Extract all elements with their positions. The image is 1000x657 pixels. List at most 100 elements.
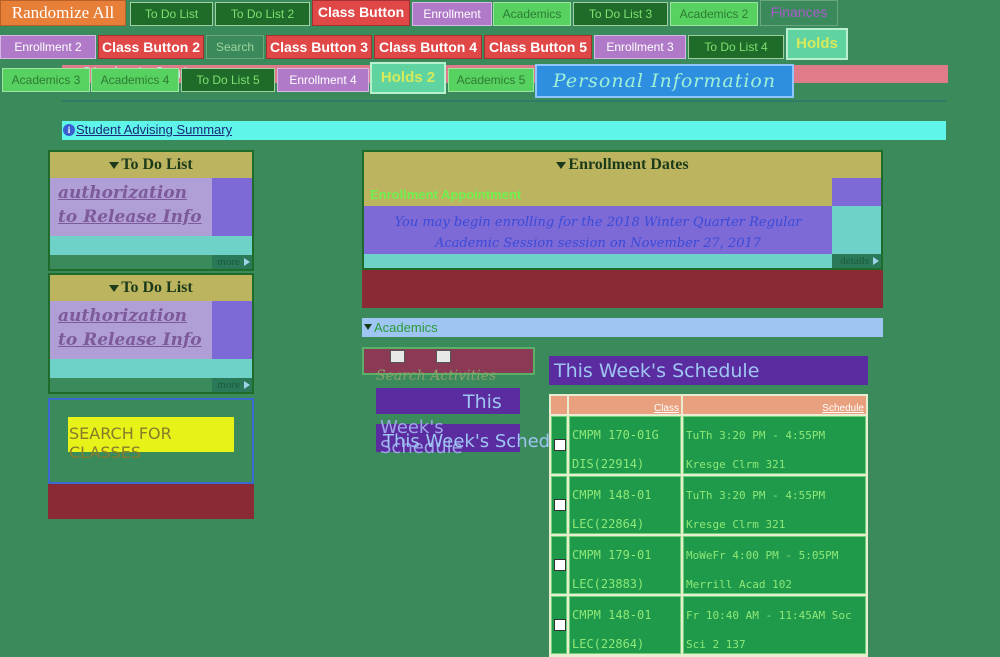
week-schedule-tab-3-label: This Week's Schedule bbox=[383, 431, 578, 452]
to-do-list-button[interactable]: To Do List bbox=[130, 2, 213, 26]
search-activities-label[interactable]: Search Activities bbox=[376, 368, 526, 384]
schedule-header-schedule[interactable]: Schedule bbox=[683, 396, 866, 414]
schedule-row: CMPM 148-01 LEC(22864) TuTh 3:20 PM - 4:… bbox=[551, 476, 866, 534]
to-do-item-line-2[interactable]: to Release Info bbox=[58, 205, 212, 229]
to-do-item-2-status bbox=[212, 301, 252, 359]
class-button[interactable]: Class Button bbox=[312, 0, 410, 26]
schedule-time-cell[interactable]: Fr 10:40 AM - 11:45AM Soc Sci 2 137 bbox=[683, 596, 866, 654]
to-do-item-2[interactable]: authorization to Release Info bbox=[50, 301, 212, 359]
schedule-table: Class Schedule CMPM 170-01G DIS(22914) T… bbox=[549, 394, 868, 657]
class-column-label[interactable]: Class bbox=[654, 403, 679, 414]
enrollment-2-button[interactable]: Enrollment 2 bbox=[0, 35, 96, 59]
class-time: Fr 10:40 AM - 11:45AM Soc bbox=[686, 609, 852, 622]
to-do-item-2-line-2[interactable]: to Release Info bbox=[58, 328, 212, 352]
schedule-row: CMPM 148-01 LEC(22864) Fr 10:40 AM - 11:… bbox=[551, 596, 866, 654]
schedule-column-label[interactable]: Schedule bbox=[822, 403, 864, 414]
class-button-3[interactable]: Class Button 3 bbox=[266, 35, 372, 59]
schedule-class-cell[interactable]: CMPM 148-01 LEC(22864) bbox=[569, 476, 681, 534]
class-location: Kresge Clrm 321 bbox=[686, 518, 786, 531]
lecture-icon[interactable] bbox=[554, 499, 566, 511]
activities-icon[interactable] bbox=[436, 350, 451, 363]
advising-summary-link[interactable]: Student Advising Summary bbox=[76, 122, 232, 137]
more-button-2[interactable]: more bbox=[212, 378, 252, 392]
class-time: TuTh 3:20 PM - 4:55PM bbox=[686, 429, 826, 442]
details-button[interactable]: details bbox=[832, 254, 881, 268]
to-do-list-header[interactable]: To Do List bbox=[50, 152, 252, 178]
academics-section-label: Academics bbox=[374, 320, 438, 335]
academics-2-button[interactable]: Academics 2 bbox=[670, 2, 758, 26]
class-button-5[interactable]: Class Button 5 bbox=[484, 35, 592, 59]
to-do-list-panel-2: To Do List authorization to Release Info… bbox=[48, 273, 254, 394]
class-name: CMPM 148-01 bbox=[572, 608, 652, 622]
to-do-list-5-button[interactable]: To Do List 5 bbox=[181, 68, 275, 92]
schedule-class-cell[interactable]: CMPM 170-01G DIS(22914) bbox=[569, 416, 681, 474]
class-section: DIS(22914) bbox=[572, 457, 645, 471]
enrollment-dates-header[interactable]: Enrollment Dates bbox=[364, 152, 881, 178]
to-do-item-line-1[interactable]: authorization bbox=[58, 181, 212, 205]
schedule-title: This Week's Schedule bbox=[554, 360, 760, 382]
holds-button[interactable]: Holds bbox=[786, 28, 848, 60]
class-name: CMPM 148-01 bbox=[572, 488, 652, 502]
class-name: CMPM 170-01G bbox=[572, 428, 659, 442]
search-icon[interactable] bbox=[390, 350, 405, 363]
enrollment-message-text: You may begin enrolling for the 2018 Win… bbox=[394, 215, 802, 251]
arrow-right-icon bbox=[873, 257, 879, 265]
schedule-row: CMPM 179-01 LEC(23883) MoWeFr 4:00 PM - … bbox=[551, 536, 866, 594]
personal-information-button[interactable]: Personal Information bbox=[535, 64, 794, 98]
schedule-row-icon-cell bbox=[551, 596, 567, 654]
lecture-icon[interactable] bbox=[554, 439, 566, 451]
advising-summary-bar[interactable]: i Student Advising Summary bbox=[62, 121, 946, 140]
academics-4-button[interactable]: Academics 4 bbox=[91, 68, 179, 92]
to-do-list-4-button[interactable]: To Do List 4 bbox=[688, 35, 784, 59]
schedule-class-cell[interactable]: CMPM 179-01 LEC(23883) bbox=[569, 536, 681, 594]
class-button-4[interactable]: Class Button 4 bbox=[374, 35, 482, 59]
to-do-list-header-2[interactable]: To Do List bbox=[50, 275, 252, 301]
finances-button[interactable]: Finances bbox=[760, 0, 838, 26]
schedule-row: CMPM 170-01G DIS(22914) TuTh 3:20 PM - 4… bbox=[551, 416, 866, 474]
to-do-list-2-button[interactable]: To Do List 2 bbox=[215, 2, 310, 26]
header-divider bbox=[62, 100, 946, 102]
class-location: Kresge Clrm 321 bbox=[686, 458, 786, 471]
schedule-header-class[interactable]: Class bbox=[569, 396, 681, 414]
randomize-all-button[interactable]: Randomize All bbox=[0, 0, 126, 26]
academics-button[interactable]: Academics bbox=[493, 2, 571, 26]
schedule-time-cell[interactable]: TuTh 3:20 PM - 4:55PM Kresge Clrm 321 bbox=[683, 476, 866, 534]
enrollment-button[interactable]: Enrollment bbox=[412, 2, 492, 26]
academics-3-button[interactable]: Academics 3 bbox=[2, 68, 90, 92]
enrollment-3-button[interactable]: Enrollment 3 bbox=[594, 35, 686, 59]
to-do-item-2-line-1[interactable]: authorization bbox=[58, 304, 212, 328]
enrollment-4-button[interactable]: Enrollment 4 bbox=[277, 68, 369, 92]
search-for-classes-label[interactable]: SEARCH FOR CLASSES bbox=[69, 424, 219, 462]
to-do-panel-2-footer bbox=[50, 359, 252, 378]
class-button-2[interactable]: Class Button 2 bbox=[98, 35, 204, 59]
week-schedule-tab-1-label: This bbox=[463, 391, 502, 413]
schedule-time-cell[interactable]: TuTh 3:20 PM - 4:55PM Kresge Clrm 321 bbox=[683, 416, 866, 474]
arrow-right-icon bbox=[244, 258, 250, 266]
lecture-icon[interactable] bbox=[554, 619, 566, 631]
enrollment-dates-panel: Enrollment Dates Enrollment Appointment … bbox=[362, 150, 883, 270]
details-label: details bbox=[840, 255, 869, 267]
schedule-time-cell[interactable]: MoWeFr 4:00 PM - 5:05PM Merrill Acad 102 bbox=[683, 536, 866, 594]
collapse-triangle-icon bbox=[364, 324, 372, 330]
schedule-title-bar: This Week's Schedule bbox=[549, 356, 868, 385]
academics-5-button[interactable]: Academics 5 bbox=[448, 68, 534, 92]
enrollment-dates-footer bbox=[364, 254, 832, 268]
more-button[interactable]: more bbox=[212, 255, 252, 269]
academics-section-bar[interactable]: Academics bbox=[362, 318, 883, 337]
enrollment-dates-maroon-bar bbox=[362, 270, 883, 308]
schedule-row-icon-cell bbox=[551, 536, 567, 594]
more-label-2: more bbox=[217, 379, 240, 391]
to-do-list-3-button[interactable]: To Do List 3 bbox=[573, 2, 668, 26]
to-do-item-status bbox=[212, 178, 252, 236]
schedule-header-row: Class Schedule bbox=[551, 396, 866, 414]
holds-2-button[interactable]: Holds 2 bbox=[370, 62, 446, 94]
lecture-icon[interactable] bbox=[554, 559, 566, 571]
schedule-class-cell[interactable]: CMPM 148-01 LEC(22864) bbox=[569, 596, 681, 654]
class-location: Merrill Acad 102 bbox=[686, 578, 792, 591]
class-section: LEC(22864) bbox=[572, 517, 645, 531]
to-do-item[interactable]: authorization to Release Info bbox=[50, 178, 212, 236]
enrollment-message: You may begin enrolling for the 2018 Win… bbox=[364, 206, 832, 254]
search-button[interactable]: Search bbox=[206, 35, 264, 59]
class-time: TuTh 3:20 PM - 4:55PM bbox=[686, 489, 826, 502]
to-do-list-title: To Do List bbox=[121, 156, 193, 173]
